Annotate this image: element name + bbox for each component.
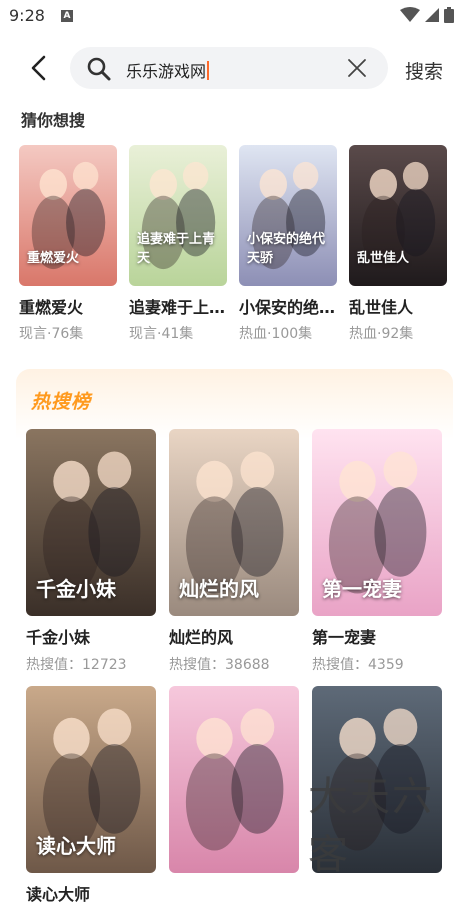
search-button[interactable]: 搜索 <box>405 57 443 84</box>
drama-cover[interactable]: 追妻难于上青天 <box>129 145 227 286</box>
drama-title: 追妻难于上青天 <box>129 298 227 317</box>
cover-caption: 追妻难于上青天 <box>137 232 216 266</box>
drama-cover[interactable]: 千金小妹 <box>26 429 156 616</box>
text-caret <box>207 61 209 80</box>
hot-section-title: 热搜榜 <box>31 391 92 413</box>
cover-caption: 乱世佳人 <box>357 251 410 266</box>
drama-title: 灿烂的风 <box>169 628 234 647</box>
sim-icon: A <box>61 10 73 22</box>
search-input[interactable]: 乐乐游戏网 <box>70 47 388 89</box>
status-bar: 9:28 A <box>0 0 468 32</box>
cover-caption: 小保安的绝代天骄 <box>247 232 326 266</box>
drama-cover[interactable]: 灿烂的风 <box>169 429 299 616</box>
back-icon[interactable] <box>26 54 54 82</box>
cover-caption: 灿烂的风 <box>179 577 259 601</box>
guess-item[interactable]: 重燃爱火 重燃爱火 现言·76集 <box>19 145 117 343</box>
guess-section-title: 猜你想搜 <box>21 111 86 130</box>
drama-title: 读心大师 <box>26 885 91 904</box>
hot-value: 热搜值：12723 <box>26 657 127 673</box>
hot-item[interactable]: 第一宠妻 第一宠妻 热搜值：4359 <box>312 429 442 674</box>
guess-item[interactable]: 小保安的绝代天骄 小保安的绝代天骄 热血·100集 <box>239 145 337 343</box>
drama-cover[interactable]: 乱世佳人 <box>349 145 447 286</box>
watermark: 大天六客 <box>308 774 434 878</box>
drama-title: 小保安的绝代天骄 <box>239 298 337 317</box>
hot-value: 热搜值：4359 <box>312 657 404 673</box>
drama-meta: 热血·100集 <box>239 326 313 342</box>
hot-item[interactable]: 读心大师 读心大师 <box>26 686 156 911</box>
hot-item[interactable]: 千金小妹 千金小妹 热搜值：12723 <box>26 429 156 674</box>
drama-cover[interactable]: 小保安的绝代天骄 <box>239 145 337 286</box>
wifi-icon <box>400 7 420 22</box>
drama-meta: 现言·41集 <box>129 326 194 342</box>
drama-cover[interactable]: 重燃爱火 <box>19 145 117 286</box>
guess-item[interactable]: 追妻难于上青天 追妻难于上青天 现言·41集 <box>129 145 227 343</box>
drama-meta: 现言·76集 <box>19 326 84 342</box>
cover-caption: 第一宠妻 <box>322 577 402 601</box>
search-bar: 乐乐游戏网 搜索 <box>0 46 468 90</box>
drama-title: 乱世佳人 <box>349 298 414 317</box>
drama-title: 第一宠妻 <box>312 628 377 647</box>
status-time: 9:28 <box>9 6 45 25</box>
drama-meta: 热血·92集 <box>349 326 414 342</box>
battery-icon <box>444 7 454 23</box>
drama-cover[interactable]: 读心大师 <box>26 686 156 873</box>
hot-item[interactable]: 灿烂的风 灿烂的风 热搜值：38688 <box>169 429 299 674</box>
drama-title: 千金小妹 <box>26 628 91 647</box>
drama-cover[interactable] <box>169 686 299 873</box>
signal-icon <box>425 8 439 22</box>
guess-item[interactable]: 乱世佳人 乱世佳人 热血·92集 <box>349 145 447 343</box>
status-icons <box>400 7 454 23</box>
drama-cover[interactable]: 第一宠妻 <box>312 429 442 616</box>
cover-caption: 读心大师 <box>36 834 116 858</box>
search-icon <box>87 57 111 81</box>
hot-item[interactable] <box>169 686 299 911</box>
cover-caption: 千金小妹 <box>36 577 116 601</box>
hot-value: 热搜值：38688 <box>169 657 270 673</box>
cover-caption: 重燃爱火 <box>27 251 80 266</box>
clear-icon[interactable] <box>346 57 368 79</box>
search-query: 乐乐游戏网 <box>126 58 209 82</box>
drama-title: 重燃爱火 <box>19 298 84 317</box>
guess-list: 重燃爱火 重燃爱火 现言·76集 追妻难于上青天 追妻难于上青天 现言·41集 … <box>19 145 447 343</box>
